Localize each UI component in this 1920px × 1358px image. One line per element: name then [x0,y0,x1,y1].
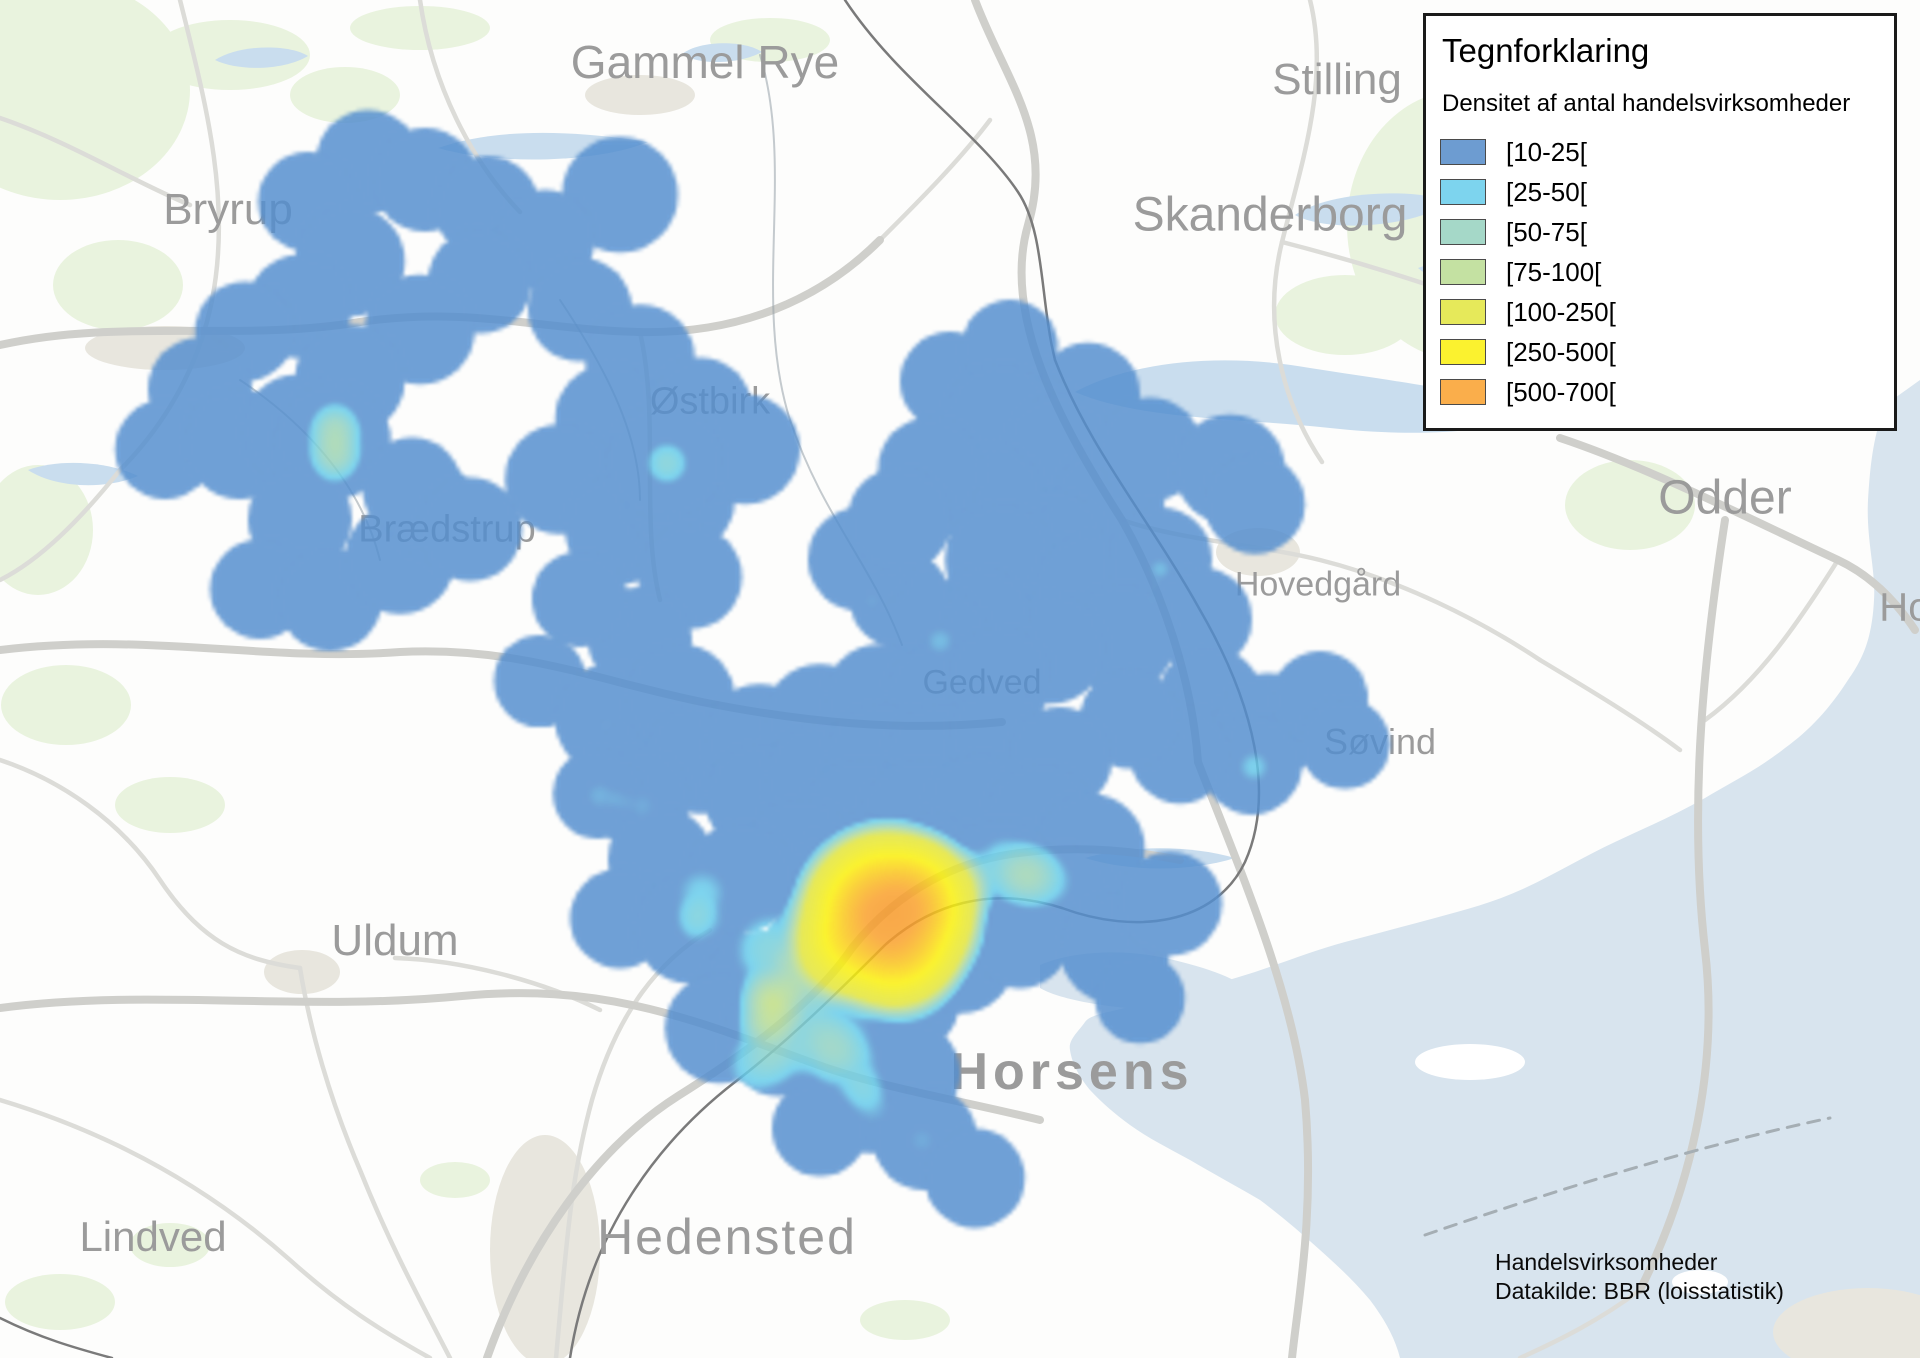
place-label-odder: Odder [1658,471,1791,526]
place-label-horsens: Horsens [950,1042,1193,1102]
legend-label: [250-500[ [1506,337,1616,368]
legend-items: [10-25[ [25-50[ [50-75[ [75-100[ [100-250[ [2… [1440,132,1882,412]
legend-swatch [1440,179,1486,205]
place-label-uldum: Uldum [331,916,458,966]
legend-label: [75-100[ [1506,257,1601,288]
legend-item-5: [250-500[ [1440,332,1882,372]
place-label-lindved: Lindved [79,1213,226,1261]
legend-item-6: [500-700[ [1440,372,1882,412]
place-label-sovind: Søvind [1324,721,1436,763]
legend-swatch [1440,339,1486,365]
legend-swatch [1440,219,1486,245]
legend-item-0: [10-25[ [1440,132,1882,172]
legend-item-1: [25-50[ [1440,172,1882,212]
legend-subtitle: Densitet af antal handelsvirksomheder [1442,90,1882,118]
legend-swatch [1440,139,1486,165]
place-label-gedved: Gedved [922,664,1041,703]
map-viewport[interactable]: Gammel Rye Bryrup Stilling Skanderborg Østbi… [0,0,1920,1358]
legend-panel: Tegnforklaring Densitet af antal handels… [1423,13,1897,431]
place-label-skanderborg: Skanderborg [1133,188,1408,243]
legend-item-2: [50-75[ [1440,212,1882,252]
legend-title: Tegnforklaring [1442,32,1882,70]
place-label-bryrup: Bryrup [163,185,293,235]
map-footnote: Handelsvirksomheder Datakilde: BBR (lois… [1495,1248,1784,1306]
place-label-hovedgard: Hovedgård [1235,566,1401,605]
legend-swatch [1440,299,1486,325]
legend-label: [100-250[ [1506,297,1616,328]
legend-item-4: [100-250[ [1440,292,1882,332]
place-label-braedstrup: Brædstrup [358,509,535,552]
footnote-layer-name: Handelsvirksomheder [1495,1248,1784,1277]
place-label-hedensted: Hedensted [597,1208,857,1266]
legend-label: [50-75[ [1506,217,1587,248]
legend-item-3: [75-100[ [1440,252,1882,292]
footnote-datasource: Datakilde: BBR (loisstatistik) [1495,1277,1784,1306]
legend-swatch [1440,379,1486,405]
place-label-stilling: Stilling [1272,55,1402,105]
legend-label: [10-25[ [1506,137,1587,168]
legend-label: [500-700[ [1506,377,1616,408]
legend-label: [25-50[ [1506,177,1587,208]
place-label-gammel-rye: Gammel Rye [571,35,839,89]
legend-swatch [1440,259,1486,285]
place-label-ostbirk: Østbirk [650,381,770,424]
place-label-hou: Hou [1879,586,1920,631]
